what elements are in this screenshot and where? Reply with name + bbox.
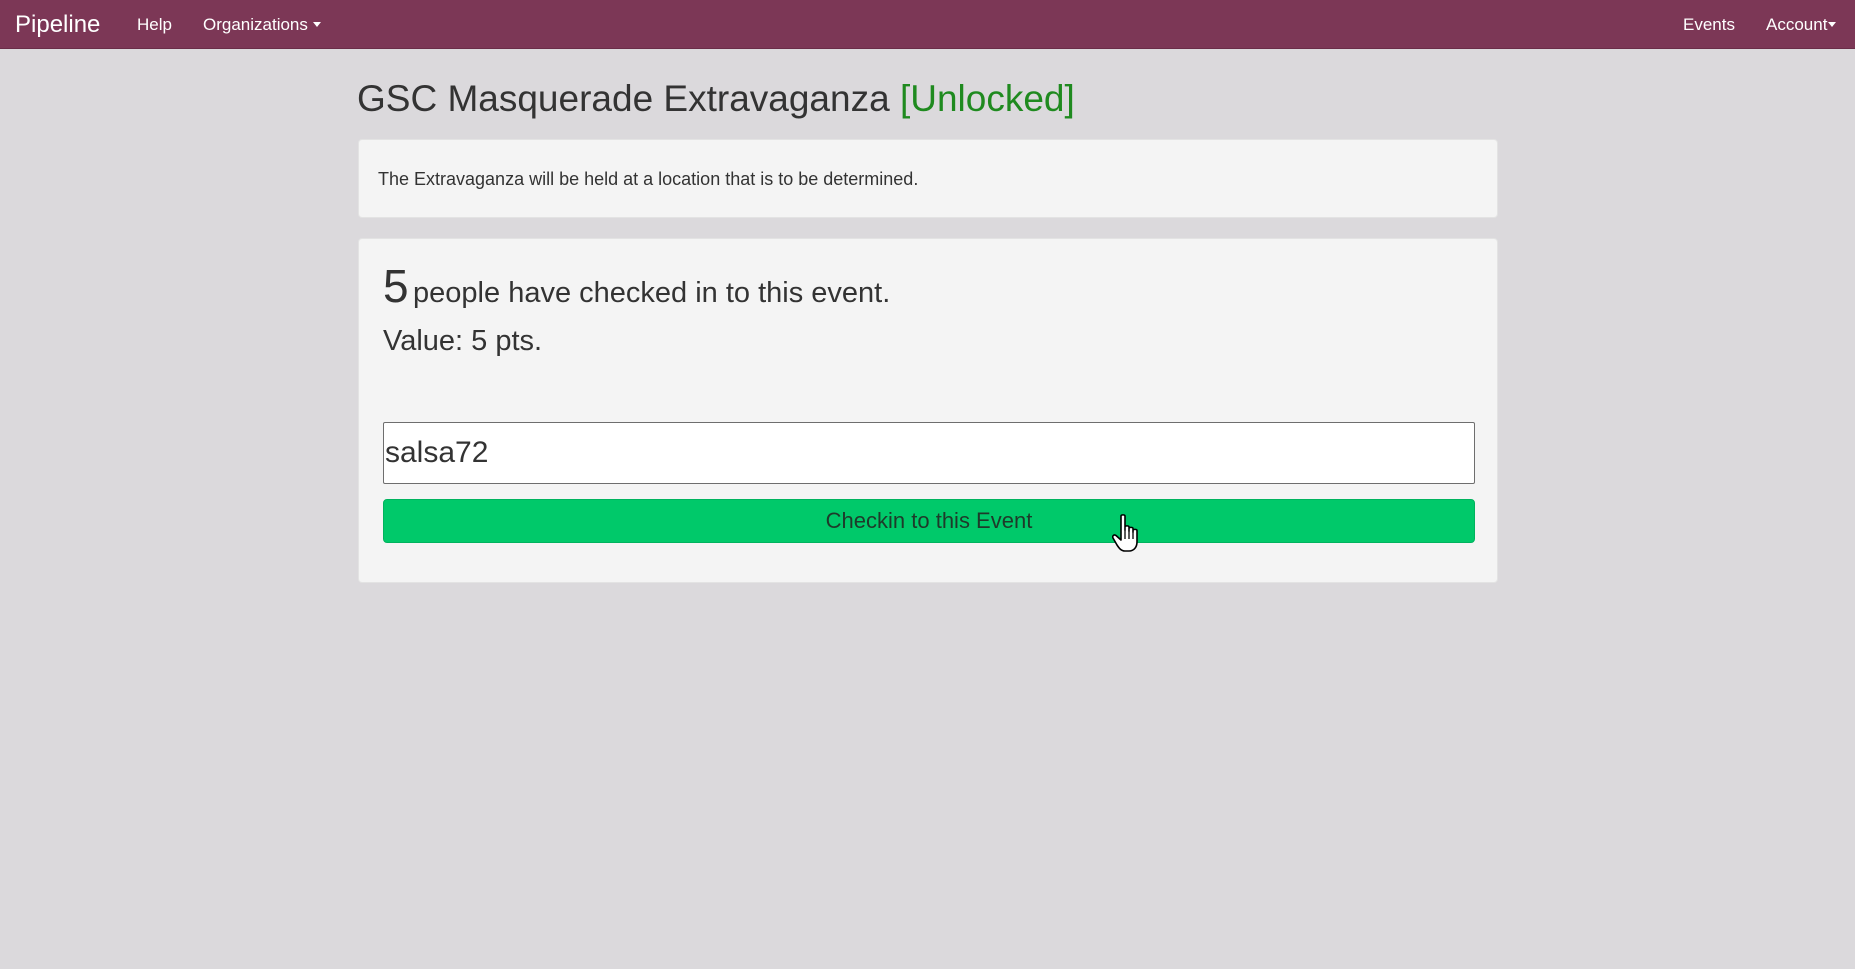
- event-description-panel: The Extravaganza will be held at a locat…: [358, 139, 1498, 218]
- brand-link[interactable]: Pipeline: [15, 0, 100, 49]
- event-value: Value: 5 pts.: [383, 325, 543, 357]
- event-description: The Extravaganza will be held at a locat…: [378, 169, 919, 189]
- nav-events-link[interactable]: Events: [1683, 0, 1735, 49]
- caret-down-icon: [1828, 22, 1837, 28]
- nav-account-dropdown[interactable]: Account: [1766, 0, 1837, 49]
- nav-help-label: Help: [137, 15, 172, 34]
- top-navbar: Pipeline Help Organizations Events Accou…: [0, 0, 1855, 49]
- event-title: GSC Masquerade Extravaganza [Unlocked]: [357, 72, 1075, 126]
- checkin-button[interactable]: Checkin to this Event: [383, 499, 1475, 543]
- nav-events-label: Events: [1683, 15, 1735, 34]
- nav-account-label: Account: [1766, 15, 1828, 34]
- checkin-count: 5: [383, 260, 409, 312]
- nav-organizations-dropdown[interactable]: Organizations: [203, 0, 321, 49]
- event-name: GSC Masquerade Extravaganza: [357, 78, 890, 119]
- username-input[interactable]: [383, 422, 1475, 484]
- caret-down-icon: [312, 22, 321, 28]
- checkin-panel: 5 people have checked in to this event. …: [358, 238, 1498, 583]
- checkin-count-text: people have checked in to this event.: [413, 277, 891, 309]
- nav-organizations-label: Organizations: [203, 15, 308, 34]
- nav-help-link[interactable]: Help: [137, 0, 172, 49]
- checkin-count-line: 5 people have checked in to this event.: [383, 259, 890, 313]
- event-status-label: [Unlocked]: [899, 78, 1075, 119]
